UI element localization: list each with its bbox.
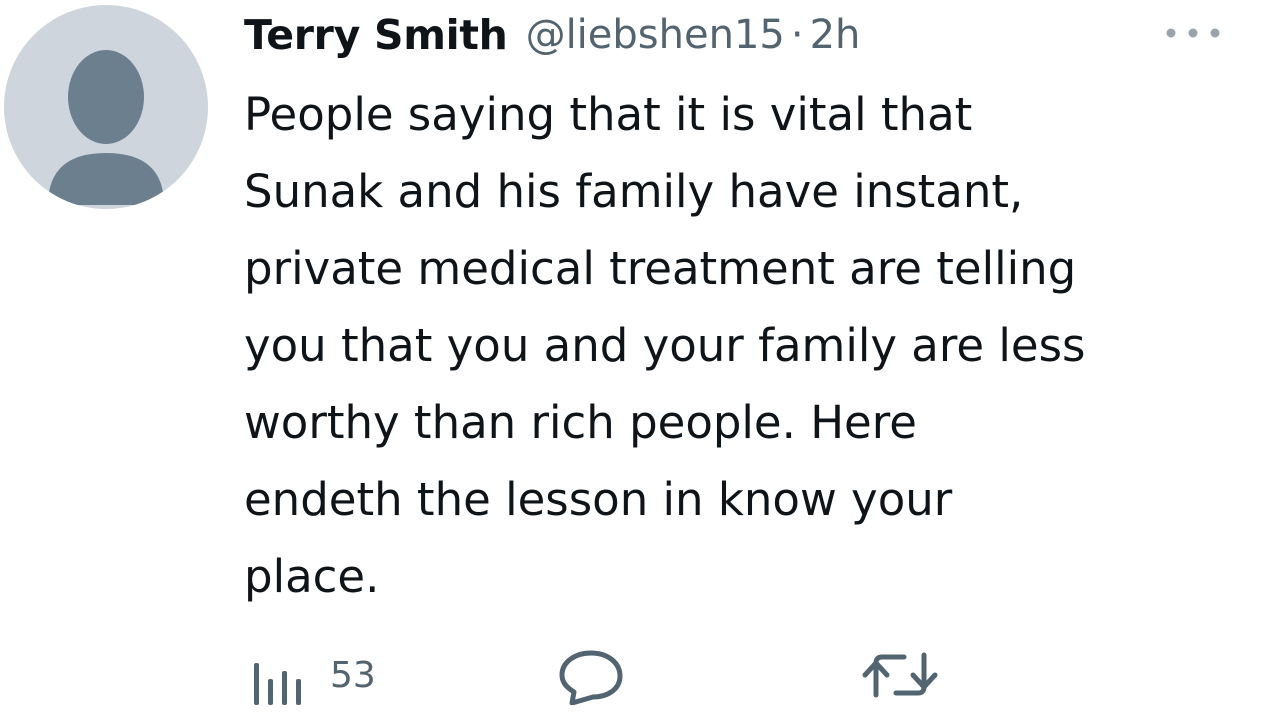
retweet-icon [862, 652, 938, 698]
tweet: Terry Smith @liebshen15 · 2h People sayi… [0, 0, 1280, 720]
tweet-text-line: place. [244, 550, 380, 603]
more-dots-icon [1166, 28, 1220, 38]
tweet-text-line: worthy than rich people. Here [244, 396, 917, 449]
author-handle[interactable]: @liebshen15 [526, 12, 785, 58]
tweet-text-line: People saying that it is vital that [244, 88, 973, 141]
views-chart-icon [254, 663, 301, 705]
tweet-timestamp[interactable]: 2h [810, 12, 861, 58]
tweet-text-line: Sunak and his family have instant, [244, 165, 1024, 218]
views-button[interactable]: 53 [248, 640, 376, 710]
reply-bubble-icon [559, 650, 623, 705]
avatar[interactable] [4, 5, 208, 209]
more-options-button[interactable] [1160, 18, 1226, 48]
header-separator: · [790, 12, 804, 58]
retweet-button[interactable] [860, 640, 940, 710]
author-name[interactable]: Terry Smith [244, 11, 508, 59]
tweet-text-line: endeth the lesson in know your [244, 473, 953, 526]
tweet-text-line: you that you and your family are less [244, 319, 1086, 372]
views-count: 53 [330, 654, 376, 696]
default-avatar-icon [48, 50, 164, 205]
tweet-actions: 53 [248, 640, 1248, 710]
reply-button[interactable] [556, 640, 626, 710]
tweet-text: People saying that it is vital that Suna… [244, 76, 1244, 615]
tweet-header: Terry Smith @liebshen15 · 2h [244, 4, 860, 66]
tweet-text-line: private medical treatment are telling [244, 242, 1077, 295]
